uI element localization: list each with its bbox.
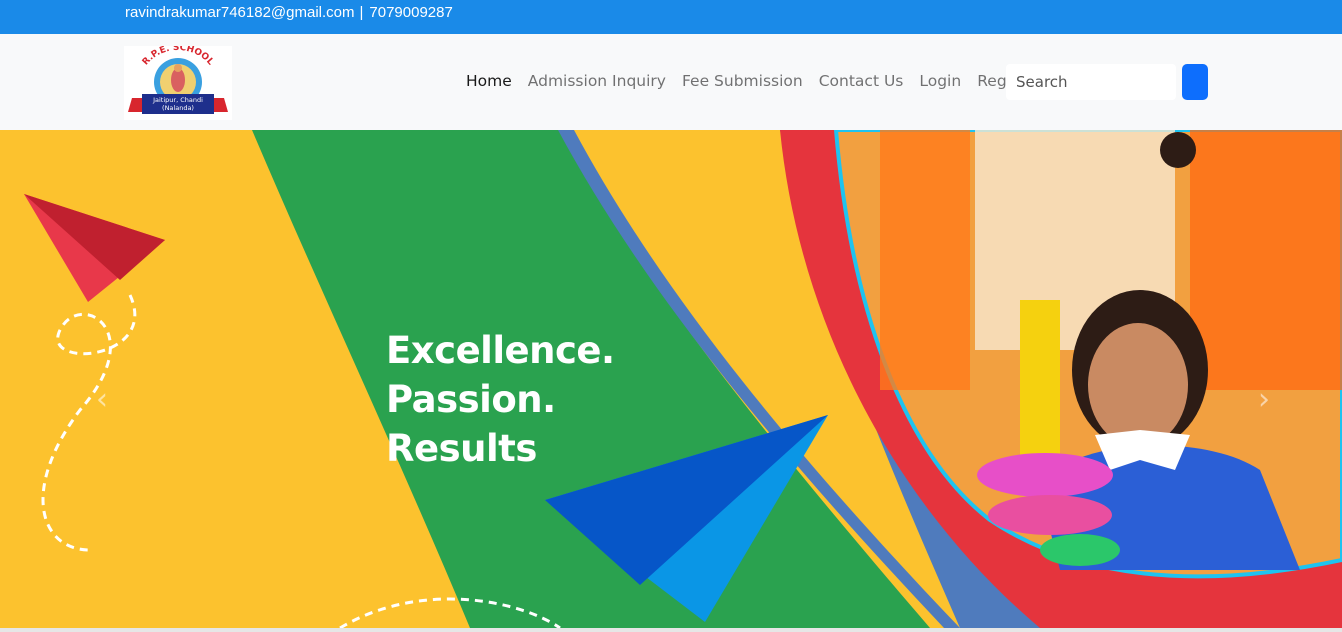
chevron-left-icon[interactable]: ‹ <box>90 380 114 420</box>
contact-info: ravindrakumar746182@gmail.com | 7079009287 <box>125 4 453 21</box>
navbar: Jaitipur, Chandi (Nalanda) R.P.E. SCHOOL… <box>0 34 1342 130</box>
divider <box>0 628 1342 632</box>
email-text: ravindrakumar746182@gmail.com <box>125 4 355 21</box>
hero-carousel: Excellence. Passion. Results ‹ › <box>0 130 1342 628</box>
school-logo[interactable]: Jaitipur, Chandi (Nalanda) R.P.E. SCHOOL <box>124 43 232 120</box>
phone-text: 7079009287 <box>369 4 453 21</box>
hero-banner-image <box>0 130 1342 628</box>
tagline-line-3: Results <box>386 427 537 470</box>
logo-emblem-icon: Jaitipur, Chandi (Nalanda) R.P.E. SCHOOL <box>124 43 232 120</box>
nav-login[interactable]: Login <box>911 72 969 90</box>
svg-text:Jaitipur, Chandi: Jaitipur, Chandi <box>152 96 203 104</box>
main-nav: Home Admission Inquiry Fee Submission Co… <box>458 72 1049 90</box>
chevron-right-icon[interactable]: › <box>1252 380 1276 420</box>
search-input[interactable] <box>1006 64 1176 100</box>
search-button[interactable] <box>1182 64 1208 100</box>
nav-admission-inquiry[interactable]: Admission Inquiry <box>520 72 674 90</box>
tagline-line-2: Passion. <box>386 378 556 421</box>
nav-home[interactable]: Home <box>458 72 520 90</box>
top-contact-bar: ravindrakumar746182@gmail.com | 7079009287 <box>0 0 1342 34</box>
nav-fee-submission[interactable]: Fee Submission <box>674 72 811 90</box>
hero-tagline: Excellence. Passion. Results <box>386 326 615 473</box>
nav-contact-us[interactable]: Contact Us <box>811 72 912 90</box>
svg-text:(Nalanda): (Nalanda) <box>162 104 194 112</box>
tagline-line-1: Excellence. <box>386 329 615 372</box>
separator: | <box>359 4 364 21</box>
